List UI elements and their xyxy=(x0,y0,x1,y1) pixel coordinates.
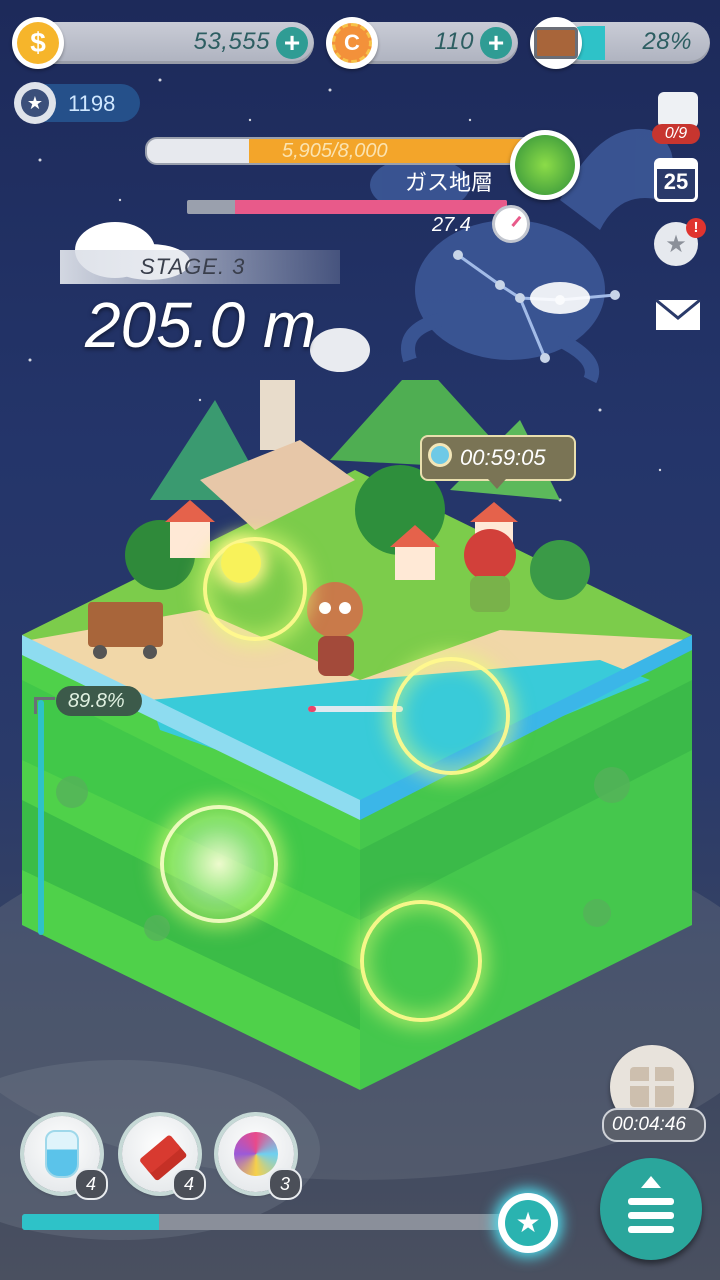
timer-bar xyxy=(187,200,507,214)
layer-name: ガス地層 xyxy=(405,170,494,195)
menu-button[interactable] xyxy=(600,1158,702,1260)
candy-count: 3 xyxy=(268,1168,302,1200)
alert-badge-icon: ! xyxy=(686,218,706,238)
gift-icon xyxy=(630,1067,674,1107)
miner-character xyxy=(307,582,363,638)
mine-cart-icon xyxy=(530,17,582,69)
potion-bottle-icon xyxy=(45,1130,79,1178)
quest-timer-bubble[interactable]: 00:59:05 xyxy=(420,435,576,489)
calendar-icon[interactable]: 25 xyxy=(654,158,702,206)
medal-count: 1198 xyxy=(68,91,116,116)
stage-banner: STAGE. 3 xyxy=(60,250,340,284)
dynamite-item-button[interactable]: 4 xyxy=(122,1116,206,1200)
coin-bar: $ 53,555 + xyxy=(12,17,314,69)
candy-item-button[interactable]: 3 xyxy=(218,1116,302,1200)
stopwatch-icon xyxy=(492,205,530,243)
calendar-day: 25 xyxy=(663,169,689,194)
layer-badge-icon[interactable] xyxy=(510,130,580,200)
bottom-progress-bar xyxy=(22,1214,512,1230)
medal-icon: ★ xyxy=(14,82,56,124)
gem-count: 110 xyxy=(434,28,474,55)
dynamite-icon xyxy=(138,1134,182,1174)
medal-badge[interactable]: ★ 1198 xyxy=(14,82,140,124)
add-coins-button[interactable]: + xyxy=(276,27,308,59)
dynamite-count: 4 xyxy=(172,1168,206,1200)
puzzle-piece-icon[interactable]: 0/9 xyxy=(652,92,702,144)
puzzle-count: 0/9 xyxy=(652,124,700,144)
candy-icon xyxy=(234,1132,278,1176)
gift-timer-text: 00:04:46 xyxy=(612,1114,686,1135)
ore-glow-ring[interactable] xyxy=(160,805,278,923)
cart-percent: 28% xyxy=(642,28,692,55)
achievement-medal-icon[interactable]: ★ ! xyxy=(654,218,706,270)
flag-icon xyxy=(34,697,55,714)
dig-percent: 89.8% xyxy=(68,690,125,712)
add-gems-button[interactable]: + xyxy=(480,27,512,59)
coin-count: 53,555 xyxy=(193,28,270,55)
star-reward-button[interactable]: ★ xyxy=(498,1193,558,1253)
depth-display: 205.0 m xyxy=(85,289,317,361)
mail-icon[interactable] xyxy=(654,296,702,344)
magnifier-icon xyxy=(428,443,452,467)
island-cube[interactable] xyxy=(0,380,720,1100)
red-creature xyxy=(464,529,516,581)
ore-glow-ring[interactable] xyxy=(203,537,307,641)
gem-bar: C 110 + xyxy=(326,17,518,69)
gift-timer: 00:04:46 xyxy=(602,1108,706,1142)
mine-cart-icon xyxy=(88,602,163,647)
ore-glow-ring[interactable] xyxy=(360,900,482,1022)
coin-icon: $ xyxy=(12,17,64,69)
potion-item-button[interactable]: 4 xyxy=(24,1116,108,1200)
potion-count: 4 xyxy=(74,1168,108,1200)
dig-percent-badge: 89.8% xyxy=(56,686,142,716)
ore-glow-ring[interactable] xyxy=(392,657,510,775)
stage-label: STAGE. 3 xyxy=(140,254,246,279)
quest-timer-text: 00:59:05 xyxy=(460,445,546,470)
layer-progress-text: 5,905/8,000 xyxy=(282,140,388,162)
gear-coin-icon: C xyxy=(326,17,378,69)
timer-value: 27.4 xyxy=(432,214,471,236)
cart-capacity-bar[interactable]: 28% xyxy=(530,17,710,69)
arrow-up-icon xyxy=(641,1176,661,1188)
star-icon: ★ xyxy=(505,1200,551,1246)
dig-gauge xyxy=(38,700,44,935)
layer-progress-bar: 5,905/8,000 xyxy=(145,137,539,165)
